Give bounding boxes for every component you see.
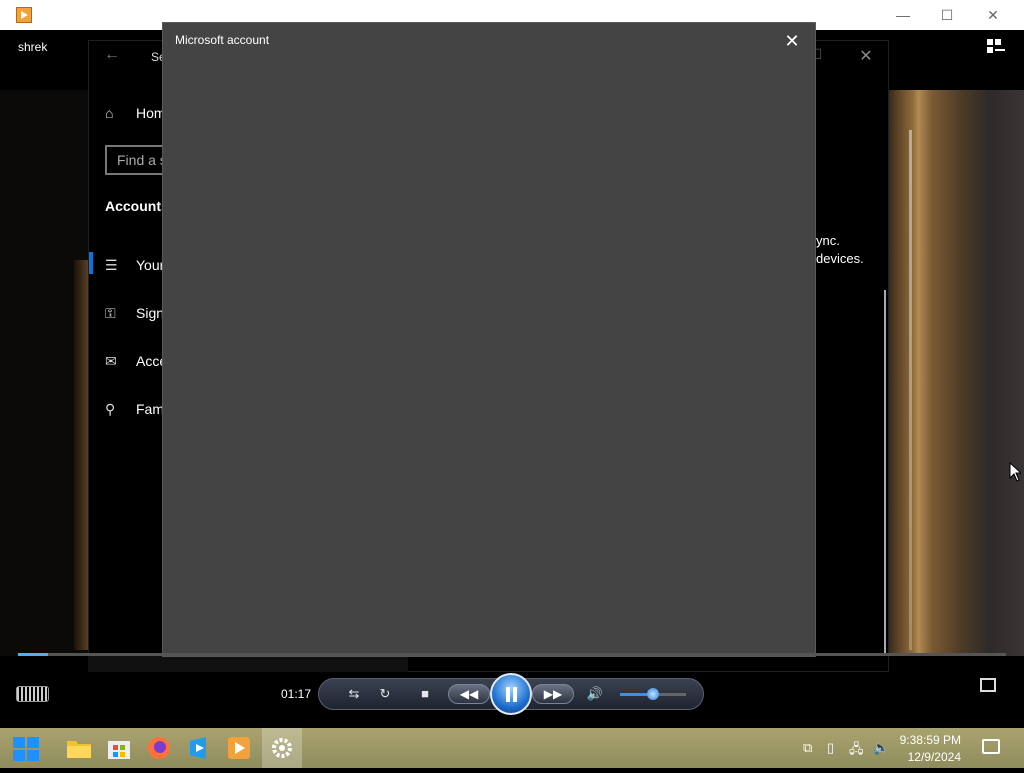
home-icon: ⌂ [105,105,114,121]
media-player-app-icon [16,7,32,23]
rewind-button[interactable]: ◀◀ [448,684,490,704]
nav-access-work[interactable]: ✉ Acce [105,353,167,370]
notification-center-icon[interactable] [982,739,1000,754]
visualizer-icon[interactable] [16,686,49,702]
briefcase-icon: ✉ [105,353,117,369]
shuffle-button[interactable]: ⇆ [342,683,366,705]
seek-bar-progress [18,653,48,656]
settings-body-text: ync. devices. [816,232,864,268]
minimize-button[interactable]: — [880,0,926,30]
microsoft-account-dialog [162,22,816,657]
person-list-icon: ☰ [105,257,118,273]
nav-family[interactable]: ⚲ Fam [105,401,164,418]
section-heading: Accounts [105,198,169,214]
volume-slider-knob[interactable] [647,688,659,700]
vscode-icon[interactable] [184,733,214,763]
nav-sign-in-options[interactable]: ⚿ Sign [105,305,164,322]
switch-to-fullscreen-button[interactable] [980,678,996,692]
close-button[interactable]: ✕ [970,0,1016,30]
microsoft-store-icon[interactable] [104,733,134,763]
usb-device-icon[interactable]: ▯ [827,740,834,756]
network-icon[interactable]: 🖧 [849,740,864,762]
settings-close-button[interactable]: ✕ [856,46,876,66]
mouse-cursor-icon [1009,462,1021,482]
media-player-taskbar-icon[interactable] [224,733,254,763]
start-button[interactable] [12,736,40,762]
settings-body-line-1: ync. [816,233,840,248]
nav-selection-indicator [89,252,93,274]
dialog-close-button[interactable]: ✕ [780,29,804,53]
key-icon: ⚿ [105,305,116,321]
settings-scrollbar[interactable] [884,290,886,656]
settings-taskbar-icon[interactable] [262,728,302,768]
clock-date[interactable]: 12/9/2024 [899,750,961,764]
volume-muted-icon[interactable]: 🔈 [873,740,889,756]
pause-button[interactable] [490,673,532,715]
video-image-left-edge [74,260,88,650]
gear-icon [272,738,292,758]
dialog-title: Microsoft account [175,33,270,47]
person-add-icon: ⚲ [105,401,116,417]
seek-bar[interactable] [18,653,1006,656]
maximize-button[interactable]: ☐ [924,0,970,30]
settings-bottom-panel [88,656,408,672]
repeat-button[interactable]: ↻ [373,683,397,705]
stop-button[interactable]: ■ [413,683,437,705]
fast-forward-button[interactable]: ▶▶ [532,684,574,704]
task-view-icon[interactable]: ⧉ [803,740,812,756]
video-title: shrek [18,40,48,54]
video-image [885,90,1024,656]
back-arrow-icon[interactable]: ← [104,46,120,64]
settings-body-line-2: devices. [816,251,864,266]
nav-home[interactable]: ⌂ Hom [105,105,166,121]
nav-family-label: Fam [136,401,164,417]
clock-time[interactable]: 9:38:59 PM [899,733,961,747]
mute-button[interactable]: 🔊 [583,683,607,705]
file-explorer-icon[interactable] [64,733,94,763]
nav-your-info-label: Your [136,257,165,273]
nav-sign-in-label: Sign [136,305,165,321]
switch-to-library-icon[interactable] [986,38,1006,56]
time-readout: 01:17 [281,687,312,701]
firefox-icon[interactable] [144,733,174,763]
nav-your-info[interactable]: ☰ Your [105,257,164,274]
